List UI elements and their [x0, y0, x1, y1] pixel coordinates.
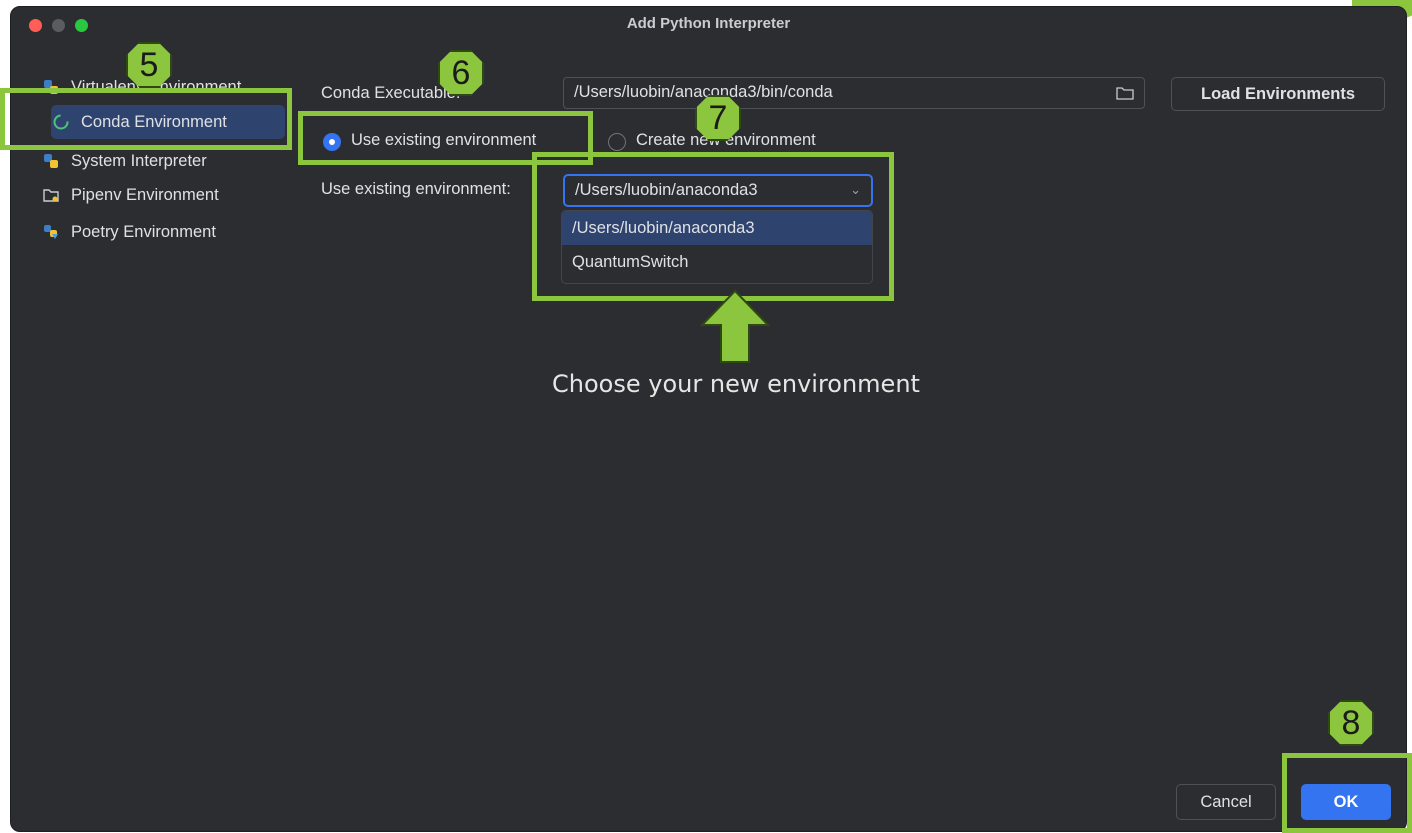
pipenv-folder-icon	[41, 185, 61, 205]
step-badge-7: 7	[695, 95, 741, 141]
sidebar-item-label: Poetry Environment	[71, 222, 216, 241]
instruction-caption: Choose your new environment	[552, 370, 920, 398]
poetry-icon	[41, 222, 61, 242]
conda-executable-label: Conda Executable:	[321, 84, 461, 102]
sidebar-item-label: System Interpreter	[71, 151, 207, 170]
sidebar-item-label: Pipenv Environment	[71, 185, 219, 204]
create-new-radio[interactable]	[608, 133, 626, 151]
sidebar-item-pipenv[interactable]: Pipenv Environment	[41, 178, 219, 212]
python-icon	[41, 151, 61, 171]
load-environments-button[interactable]: Load Environments	[1171, 77, 1385, 111]
step-badge-8: 8	[1328, 700, 1374, 746]
up-arrow-icon	[700, 289, 770, 363]
sidebar-item-poetry[interactable]: Poetry Environment	[41, 215, 216, 249]
conda-executable-value: /Users/luobin/anaconda3/bin/conda	[574, 83, 833, 101]
folder-icon[interactable]	[1116, 86, 1134, 105]
highlight-conda-environment	[0, 88, 292, 150]
title-bar: Add Python Interpreter	[11, 7, 1406, 41]
highlight-ok-button	[1282, 753, 1412, 833]
dialog-title: Add Python Interpreter	[626, 15, 791, 32]
conda-executable-field[interactable]: /Users/luobin/anaconda3/bin/conda	[563, 77, 1145, 109]
use-existing-environment-label: Use existing environment:	[321, 180, 511, 198]
highlight-environment-dropdown	[532, 152, 894, 301]
cancel-button[interactable]: Cancel	[1176, 784, 1276, 820]
